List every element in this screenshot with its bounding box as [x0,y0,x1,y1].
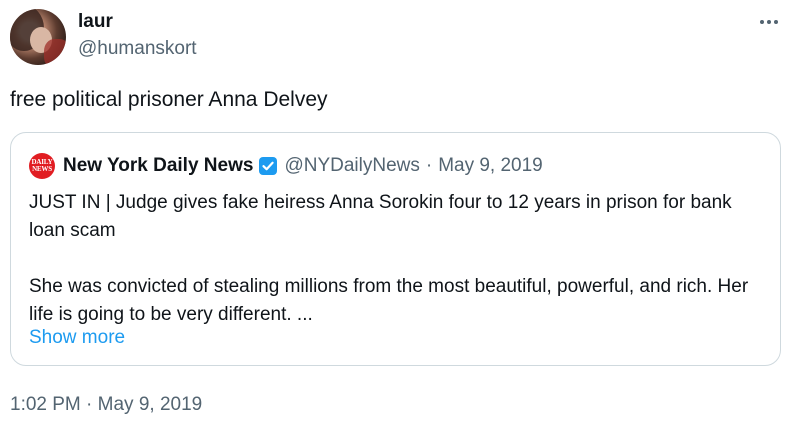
more-dot [774,20,778,24]
quoted-paragraph-2: She was convicted of stealing millions f… [29,276,749,325]
author-display-name[interactable]: laur [78,10,113,34]
verified-badge-icon [258,156,278,176]
author-avatar[interactable] [10,9,66,65]
show-more-link[interactable]: Show more [29,324,125,352]
more-options-icon[interactable] [754,12,784,32]
author-handle[interactable]: @humanskort [78,37,197,61]
quoted-tweet-card[interactable]: DAILY NEWS New York Daily News @NYDailyN… [10,132,781,366]
tweet-text: free political prisoner Anna Delvey [10,88,328,111]
logo-text-bottom: NEWS [32,165,52,173]
quoted-tweet-header: DAILY NEWS New York Daily News @NYDailyN… [29,153,543,179]
more-dot [760,20,764,24]
quoted-handle[interactable]: @NYDailyNews [284,155,419,177]
tweet-timestamp[interactable]: 1:02 PM · May 9, 2019 [10,393,202,417]
daily-news-logo-icon[interactable]: DAILY NEWS [29,153,55,179]
avatar-accent-shape [44,39,66,65]
quoted-tweet-body: JUST IN | Judge gives fake heiress Anna … [29,189,769,329]
more-dot [767,20,771,24]
quoted-display-name[interactable]: New York Daily News [63,155,253,177]
quoted-paragraph-1: JUST IN | Judge gives fake heiress Anna … [29,192,732,241]
quoted-date[interactable]: May 9, 2019 [438,155,543,177]
meta-separator: · [425,155,433,176]
